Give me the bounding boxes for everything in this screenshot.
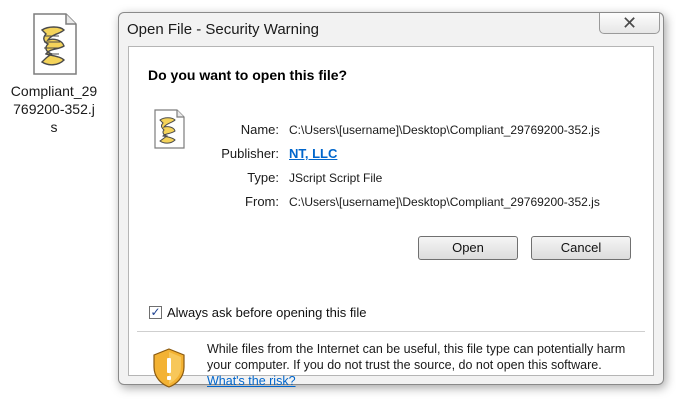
- close-button[interactable]: ✕: [599, 13, 660, 34]
- desktop: Compliant_29769200-352.js Open File - Se…: [0, 0, 676, 401]
- dialog-heading: Do you want to open this file?: [148, 67, 348, 83]
- warning-message: While files from the Internet can be use…: [207, 342, 626, 372]
- security-warning-dialog: Open File - Security Warning ✕ Do you wa…: [118, 12, 664, 388]
- security-shield-icon: [151, 347, 187, 389]
- always-ask-label[interactable]: Always ask before opening this file: [167, 305, 366, 320]
- warning-text: While files from the Internet can be use…: [207, 341, 627, 389]
- dialog-body: Do you want to open this file? Name: C:\…: [128, 46, 654, 388]
- type-label: Type:: [247, 170, 279, 185]
- desktop-file-shortcut[interactable]: Compliant_29769200-352.js: [4, 8, 104, 136]
- always-ask-checkbox[interactable]: ✓: [149, 306, 162, 319]
- from-label: From:: [245, 194, 279, 209]
- whats-the-risk-link[interactable]: What's the risk?: [207, 374, 296, 388]
- title-bar[interactable]: Open File - Security Warning ✕: [119, 13, 663, 46]
- publisher-label: Publisher:: [221, 146, 279, 161]
- type-value: JScript Script File: [289, 171, 383, 185]
- dialog-title: Open File - Security Warning: [127, 21, 320, 38]
- script-file-icon: [26, 12, 82, 76]
- desktop-file-caption: Compliant_29769200-352.js: [10, 83, 98, 135]
- cancel-button[interactable]: Cancel: [531, 236, 631, 260]
- publisher-link[interactable]: NT, LLC: [289, 146, 337, 161]
- from-value: C:\Users\[username]\Desktop\Compliant_29…: [289, 195, 600, 209]
- warning-footer: While files from the Internet can be use…: [129, 333, 653, 388]
- name-label: Name:: [240, 122, 279, 137]
- open-button[interactable]: Open: [418, 236, 518, 260]
- name-value: C:\Users\[username]\Desktop\Compliant_29…: [289, 123, 600, 137]
